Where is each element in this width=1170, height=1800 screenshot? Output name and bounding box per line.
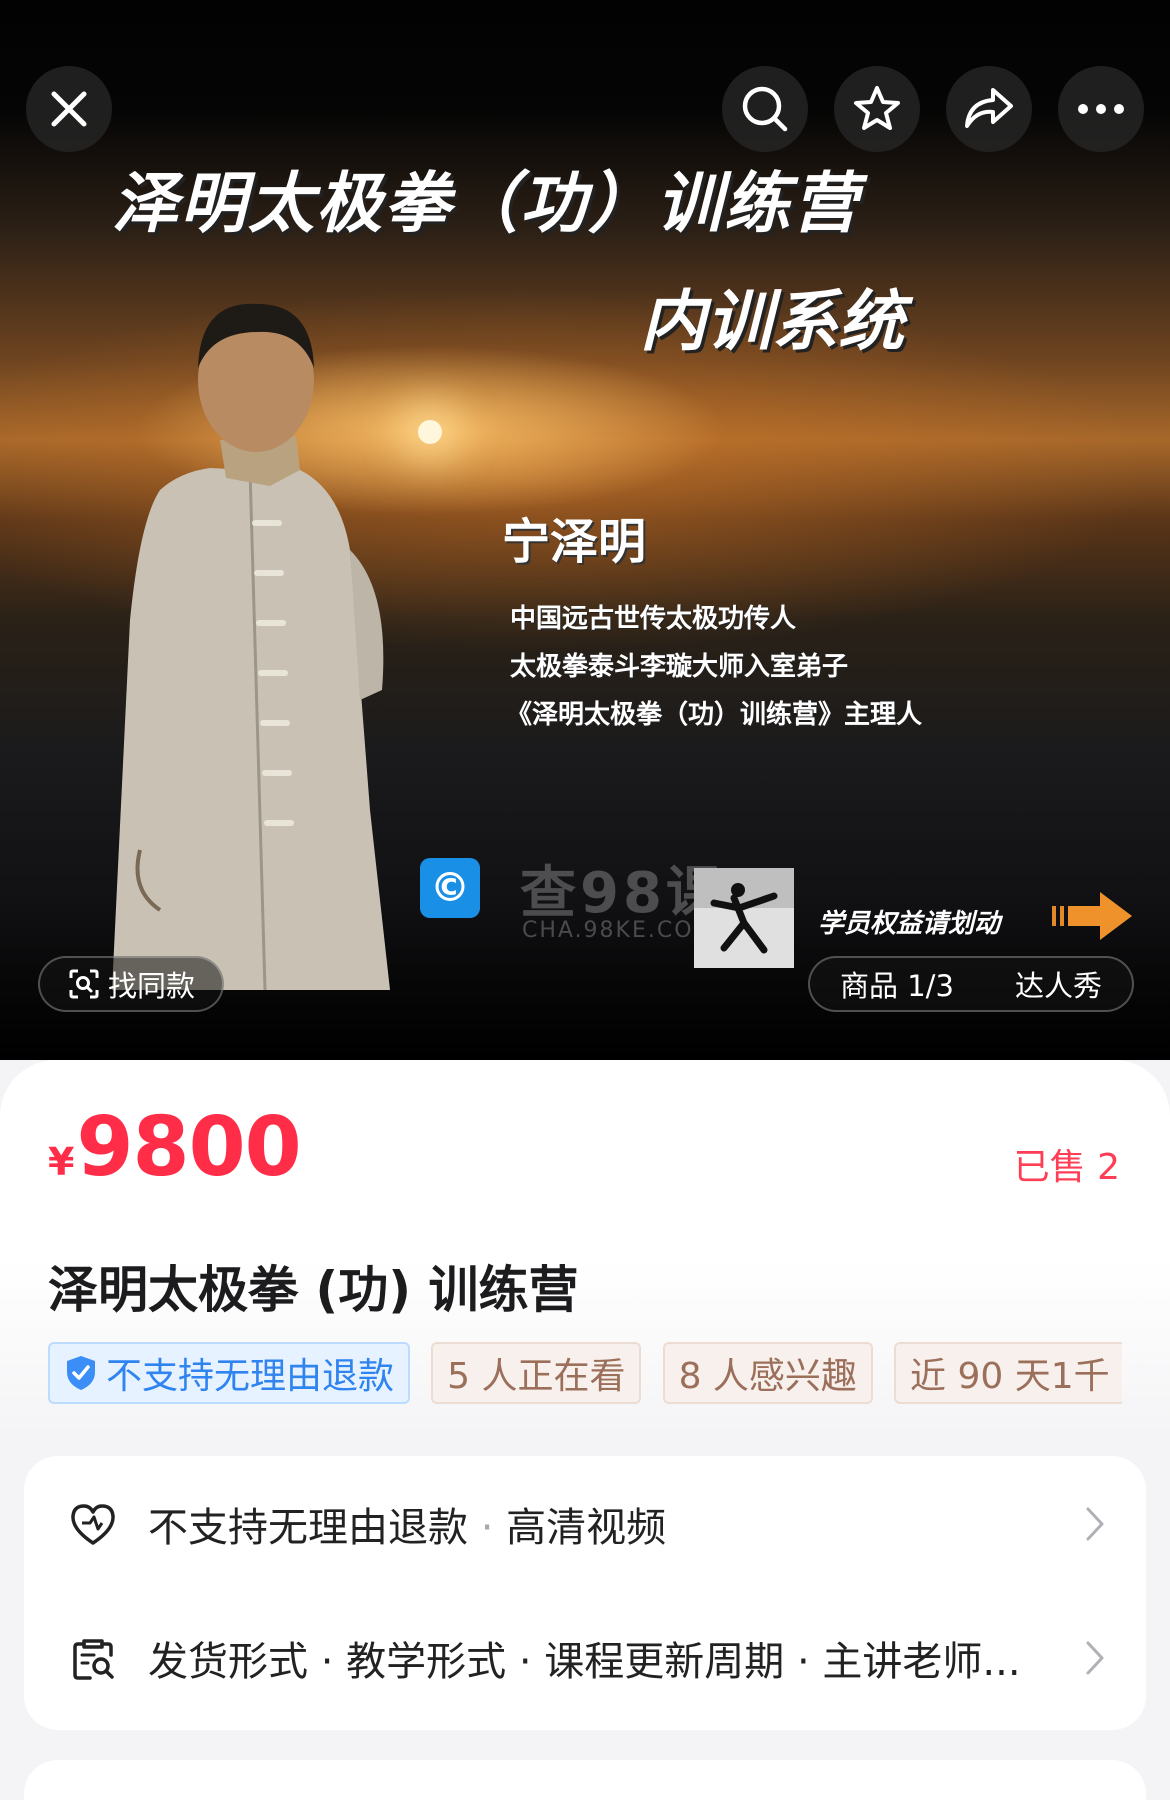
tag-row: 不支持无理由退款 5 人正在看 8 人感兴趣 近 90 天1千	[48, 1342, 1122, 1408]
teacher-photo	[112, 303, 390, 990]
tag-no-refund[interactable]: 不支持无理由退款	[48, 1342, 411, 1404]
next-section-card	[24, 1760, 1146, 1800]
bio-line: 《泽明太极拳（功）训练营》主理人	[506, 700, 923, 730]
tab-showcase[interactable]: 达人秀	[1015, 963, 1102, 1005]
bio-line: 太极拳泰斗李璇大师入室弟子	[510, 652, 849, 682]
star-icon	[854, 86, 900, 130]
tag-viewing: 5 人正在看	[431, 1342, 642, 1404]
service-row[interactable]: 不支持无理由退款 · 高清视频	[24, 1464, 1146, 1584]
arrow-right-icon	[1052, 892, 1132, 940]
banner-title: 泽明太极拳（功）训练营	[112, 165, 860, 242]
watermark-url: CHA.98KE.COM	[522, 918, 715, 943]
close-button[interactable]	[26, 66, 112, 152]
favorite-button[interactable]	[834, 66, 920, 152]
find-same-button[interactable]: 找同款	[38, 956, 224, 1012]
chevron-right-icon	[1086, 1507, 1104, 1541]
close-icon	[51, 91, 87, 127]
service-part-2: 高清视频	[506, 1505, 667, 1551]
banner-subtitle: 内训系统	[640, 283, 904, 360]
swipe-hint: 学员权益请划动	[818, 909, 1001, 939]
course-params-text: 发货形式 · 教学形式 · 课程更新周期 · 主讲老师...	[148, 1639, 1021, 1685]
service-part-1: 不支持无理由退款	[148, 1505, 468, 1551]
service-text: 不支持无理由退款 · 高清视频	[148, 1495, 666, 1553]
search-button[interactable]	[722, 66, 808, 152]
scan-icon	[69, 969, 99, 999]
heart-shield-icon	[71, 1504, 115, 1545]
price-amount: 9800	[76, 1100, 301, 1195]
service-info-box: 不支持无理由退款 · 高清视频 发货形式 · 教学形式 · 课程更新周期 · 主…	[24, 1456, 1146, 1730]
share-button[interactable]	[946, 66, 1032, 152]
share-icon	[965, 88, 1013, 128]
chevron-right-icon	[1086, 1641, 1104, 1675]
watermark-logo-icon: ©	[420, 858, 480, 918]
sold-count: 已售 2	[1013, 1147, 1120, 1188]
tag-interested: 8 人感兴趣	[662, 1342, 873, 1404]
media-tabs: 商品 1/3 达人秀	[808, 956, 1134, 1012]
product-title: 泽明太极拳 (功) 训练营	[48, 1261, 579, 1319]
clipboard-search-icon	[73, 1639, 114, 1680]
product-image-carousel[interactable]: 泽明太极拳（功）训练营 内训系统 宁泽明 中国远古世传太极功传人 太极拳泰斗李璇…	[0, 0, 1170, 1060]
find-same-label: 找同款	[108, 969, 196, 1003]
tag-sales-90d: 近 90 天1千	[894, 1342, 1122, 1404]
currency-symbol: ¥	[48, 1140, 75, 1184]
tab-products[interactable]: 商品 1/3	[840, 963, 954, 1005]
search-icon	[742, 86, 788, 132]
price: ¥9800	[48, 1100, 302, 1195]
shield-check-icon	[67, 1356, 95, 1390]
course-params-row[interactable]: 发货形式 · 教学形式 · 课程更新周期 · 主讲老师...	[24, 1598, 1146, 1718]
teacher-name: 宁泽明	[502, 514, 647, 570]
separator-dot: ·	[468, 1505, 507, 1551]
student-thumbnail	[694, 868, 794, 968]
tag-label: 不支持无理由退款	[106, 1356, 395, 1397]
bio-line: 中国远古世传太极功传人	[510, 604, 797, 634]
more-button[interactable]	[1058, 66, 1144, 152]
more-icon	[1078, 104, 1124, 114]
